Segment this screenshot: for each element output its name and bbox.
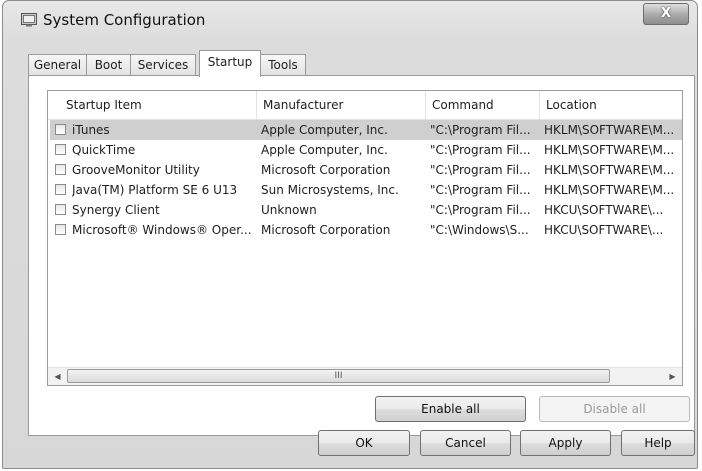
- disable-all-button[interactable]: Disable all: [539, 396, 690, 422]
- window-title: System Configuration: [43, 11, 206, 29]
- system-configuration-window: System Configuration X General Boot Serv…: [2, 0, 698, 469]
- command-cell: "C:\Program Fil...: [430, 183, 531, 197]
- table-row[interactable]: Microsoft® Windows® Oper... Microsoft Cor…: [50, 220, 682, 240]
- table-row[interactable]: QuickTime Apple Computer, Inc. "C:\Program…: [50, 140, 682, 160]
- table-row[interactable]: Synergy Client Unknown "C:\Program Fil... H…: [50, 200, 682, 220]
- dialog-body: General Boot Services Startup Tools Star…: [12, 41, 695, 459]
- location-cell: HKLM\SOFTWARE\M...: [544, 123, 675, 137]
- command-cell: "C:\Windows\S...: [430, 223, 529, 237]
- startup-tab-panel: Startup Item Manufacturer Command Locati…: [28, 75, 695, 436]
- startup-item-checkbox[interactable]: [55, 184, 66, 195]
- command-cell: "C:\Program Fil...: [430, 123, 531, 137]
- command-cell: "C:\Program Fil...: [430, 143, 531, 157]
- column-header-location[interactable]: Location: [540, 91, 682, 119]
- startup-item-name: QuickTime: [72, 143, 136, 157]
- grip-icon: III: [334, 371, 343, 381]
- horizontal-scrollbar[interactable]: ◀ III ▶: [48, 367, 682, 385]
- startup-item-checkbox[interactable]: [55, 124, 66, 135]
- scroll-left-icon[interactable]: ◀: [49, 368, 66, 385]
- startup-item-checkbox[interactable]: [55, 204, 66, 215]
- location-cell: HKLM\SOFTWARE\M...: [544, 163, 675, 177]
- startup-item-checkbox[interactable]: [55, 164, 66, 175]
- enable-all-button[interactable]: Enable all: [375, 396, 526, 422]
- column-header-startup-item[interactable]: Startup Item: [48, 91, 257, 119]
- location-cell: HKCU\SOFTWARE\...: [544, 223, 664, 237]
- command-cell: "C:\Program Fil...: [430, 203, 531, 217]
- table-row[interactable]: Java(TM) Platform SE 6 U13 Sun Microsyste…: [50, 180, 682, 200]
- scroll-right-icon[interactable]: ▶: [664, 368, 681, 385]
- tab-tools[interactable]: Tools: [260, 54, 306, 75]
- tab-services[interactable]: Services: [130, 54, 196, 75]
- close-icon: X: [660, 6, 672, 21]
- location-cell: HKLM\SOFTWARE\M...: [544, 183, 675, 197]
- table-row[interactable]: iTunes Apple Computer, Inc. "C:\Program Fi…: [50, 120, 682, 140]
- cancel-button[interactable]: Cancel: [420, 430, 511, 456]
- startup-item-checkbox[interactable]: [55, 144, 66, 155]
- help-button[interactable]: Help: [621, 430, 695, 456]
- manufacturer-cell: Apple Computer, Inc.: [261, 123, 388, 137]
- manufacturer-cell: Unknown: [261, 203, 317, 217]
- close-button[interactable]: X: [643, 3, 689, 25]
- startup-item-name: Java(TM) Platform SE 6 U13: [72, 183, 238, 197]
- list-header: Startup Item Manufacturer Command Locati…: [48, 91, 682, 120]
- location-cell: HKLM\SOFTWARE\M...: [544, 143, 675, 157]
- startup-item-name: Synergy Client: [72, 203, 160, 217]
- column-header-command[interactable]: Command: [426, 91, 540, 119]
- tab-boot[interactable]: Boot: [86, 54, 131, 75]
- scroll-thumb[interactable]: III: [67, 369, 610, 383]
- command-cell: "C:\Program Fil...: [430, 163, 531, 177]
- table-row[interactable]: GrooveMonitor Utility Microsoft Corporati…: [50, 160, 682, 180]
- startup-item-name: GrooveMonitor Utility: [72, 163, 200, 177]
- tab-startup[interactable]: Startup: [199, 50, 261, 77]
- manufacturer-cell: Microsoft Corporation: [261, 163, 391, 177]
- startup-items-list[interactable]: Startup Item Manufacturer Command Locati…: [47, 90, 683, 386]
- msconfig-icon: [21, 13, 37, 27]
- manufacturer-cell: Sun Microsystems, Inc.: [261, 183, 399, 197]
- startup-item-name: Microsoft® Windows® Oper...: [72, 223, 252, 237]
- startup-item-checkbox[interactable]: [55, 224, 66, 235]
- manufacturer-cell: Apple Computer, Inc.: [261, 143, 388, 157]
- apply-button[interactable]: Apply: [520, 430, 611, 456]
- ok-button[interactable]: OK: [318, 430, 410, 456]
- title-bar[interactable]: System Configuration X: [3, 1, 697, 41]
- location-cell: HKCU\SOFTWARE\...: [544, 203, 664, 217]
- startup-item-name: iTunes: [72, 123, 110, 137]
- manufacturer-cell: Microsoft Corporation: [261, 223, 391, 237]
- tab-general[interactable]: General: [28, 54, 87, 75]
- column-header-manufacturer[interactable]: Manufacturer: [257, 91, 426, 119]
